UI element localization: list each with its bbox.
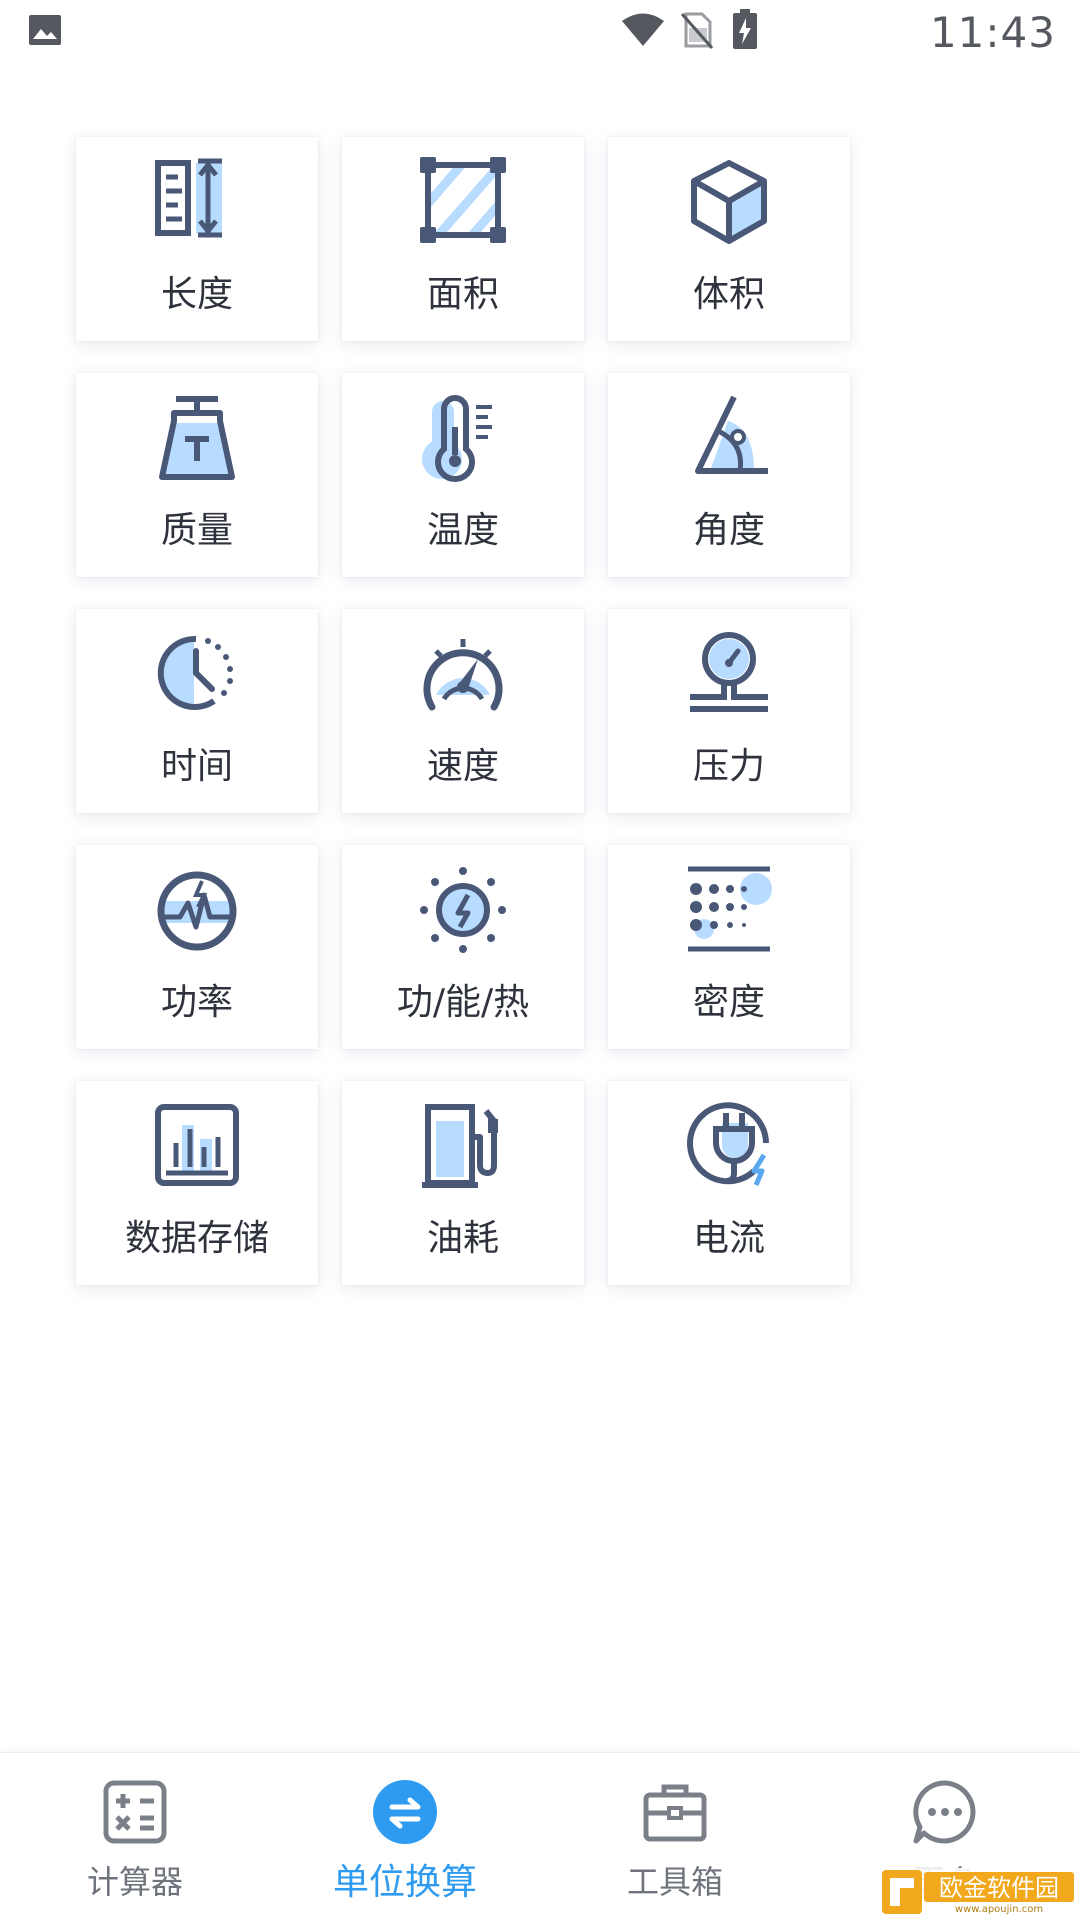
- tab-label: 工具箱: [626, 1863, 723, 1901]
- category-volume[interactable]: 体积: [608, 137, 850, 341]
- more-icon: [913, 1780, 976, 1844]
- area-square-icon: [420, 157, 506, 243]
- thermometer-icon: [422, 395, 492, 482]
- tab-unit-conversion[interactable]: 单位换算: [270, 1753, 540, 1921]
- fuel-pump-icon: [422, 1104, 498, 1188]
- tab-toolbox[interactable]: 工具箱: [540, 1753, 810, 1921]
- clock-time-icon: [157, 635, 233, 710]
- category-label: 压力: [692, 746, 765, 787]
- category-speed[interactable]: 速度: [342, 609, 584, 813]
- category-area[interactable]: 面积: [342, 137, 584, 341]
- category-data-storage[interactable]: 数据存储: [76, 1081, 318, 1285]
- category-time[interactable]: 时间: [76, 609, 318, 813]
- category-label: 质量: [160, 510, 233, 551]
- data-storage-chart-icon: [155, 1104, 239, 1186]
- category-label: 数据存储: [124, 1218, 269, 1259]
- category-pressure[interactable]: 压力: [608, 609, 850, 813]
- pressure-gauge-icon: [690, 632, 768, 712]
- category-label: 长度: [160, 274, 233, 315]
- category-electric-current[interactable]: 电流: [608, 1081, 850, 1285]
- energy-sun-icon: [420, 867, 506, 953]
- category-fuel-consumption[interactable]: 油耗: [342, 1081, 584, 1285]
- category-temperature[interactable]: 温度: [342, 373, 584, 577]
- calculator-icon: [103, 1780, 167, 1844]
- category-label: 电流: [692, 1218, 765, 1259]
- speedometer-icon: [423, 639, 503, 711]
- electric-plug-icon: [687, 1102, 769, 1186]
- toolbox-icon: [643, 1784, 707, 1842]
- density-dots-icon: [688, 866, 772, 952]
- tab-label: 单位换算: [332, 1862, 477, 1903]
- category-label: 体积: [692, 274, 765, 315]
- category-energy[interactable]: 功/能/热: [342, 845, 584, 1049]
- category-label: 速度: [426, 746, 499, 787]
- category-mass[interactable]: 质量: [76, 373, 318, 577]
- category-power[interactable]: 功率: [76, 845, 318, 1049]
- category-density[interactable]: 密度: [608, 845, 850, 1049]
- category-label: 密度: [692, 982, 765, 1023]
- unit-category-grid: 长度 面积 体积 质量 温度 角度 时间 速度 压力 功率 功/能/热 密度 数…: [0, 0, 1080, 1740]
- category-label: 油耗: [426, 1218, 499, 1259]
- category-label: 面积: [426, 274, 499, 315]
- unit-convert-icon: [373, 1780, 437, 1844]
- category-angle[interactable]: 角度: [608, 373, 850, 577]
- tab-calculator[interactable]: 计算器: [0, 1753, 270, 1921]
- category-label: 时间: [160, 746, 233, 787]
- category-label: 功率: [160, 982, 233, 1023]
- watermark-subtext: www.apoujin.com: [955, 1904, 1043, 1915]
- watermark-text: 欧金软件园: [939, 1874, 1059, 1902]
- tab-label: 计算器: [86, 1863, 183, 1901]
- weight-mass-icon: [159, 396, 235, 480]
- category-label: 温度: [426, 510, 499, 551]
- power-icon: [157, 871, 237, 951]
- category-label: 功/能/热: [396, 982, 530, 1023]
- volume-cube-icon: [691, 160, 767, 244]
- category-length[interactable]: 长度: [76, 137, 318, 341]
- category-label: 角度: [692, 510, 765, 551]
- ruler-length-icon: [155, 158, 222, 238]
- watermark-logo: 欧金软件园 www.apoujin.com: [880, 1868, 1076, 1916]
- angle-icon: [695, 395, 768, 474]
